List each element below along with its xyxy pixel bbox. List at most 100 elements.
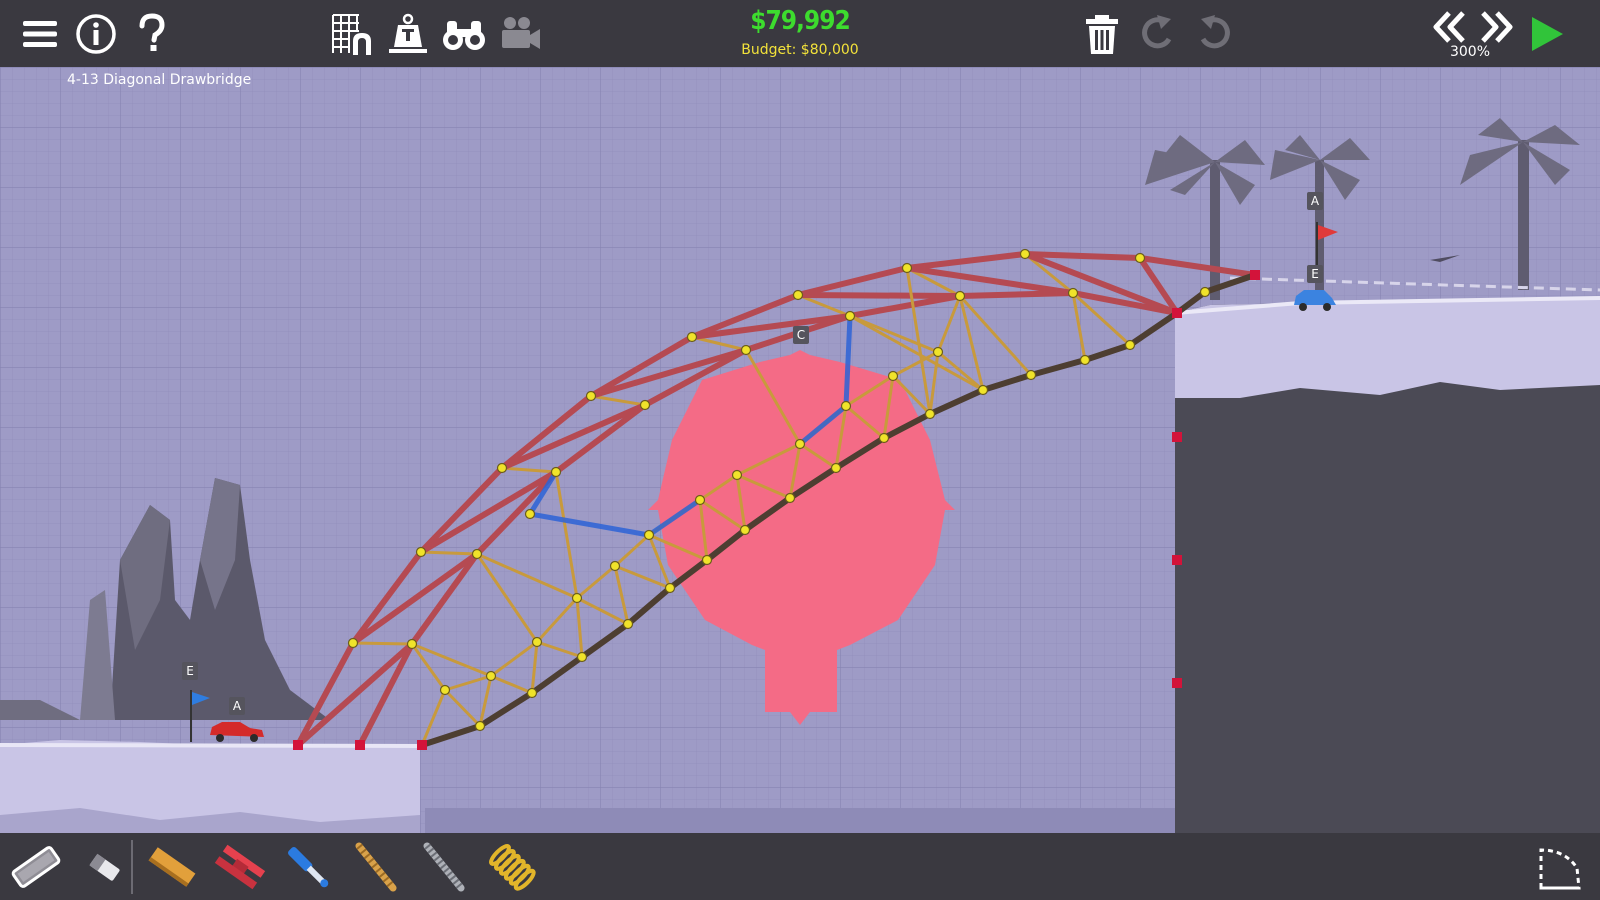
rope-material-icon [355,842,397,892]
toolbar-divider [131,840,133,894]
road-tool[interactable] [6,838,66,896]
grid-magnet-icon [332,14,371,55]
hamburger-icon [23,21,57,47]
wood-beam[interactable] [351,641,414,646]
bridge-joint[interactable] [609,560,621,572]
marker-left-car: A [229,697,245,715]
info-icon [76,14,116,54]
info-button[interactable] [70,8,122,60]
question-icon [139,13,165,51]
anchor-point[interactable] [1172,432,1182,442]
bridge-joint[interactable] [664,582,676,594]
weight-button[interactable] [382,8,434,60]
rope-tool[interactable] [346,838,406,896]
undo-icon [1200,15,1230,49]
anchor-point[interactable] [417,740,427,750]
trash-icon [1086,15,1118,54]
bridge-joint[interactable] [474,720,486,732]
camera-button[interactable] [494,8,546,60]
bridge-joint[interactable] [739,524,751,536]
menu-button[interactable] [14,8,66,60]
anchor-point[interactable] [1172,308,1182,318]
delete-button[interactable] [1076,8,1128,60]
bridge-joint[interactable] [406,638,418,650]
anchor-point[interactable] [1250,270,1260,280]
bridge-joint[interactable] [794,438,806,450]
bridge-joint[interactable] [571,592,583,604]
bridge-joint[interactable] [1124,339,1136,351]
hydraulic-piston-icon [288,847,329,888]
steel-beam[interactable] [795,292,963,299]
marker-left-flag: E [182,662,198,680]
bridge-joint[interactable] [731,469,743,481]
bridge-joint[interactable] [924,408,936,420]
bridge-joint[interactable] [901,262,913,274]
marker-right-flag: A [1307,192,1323,210]
anchor-point[interactable] [293,740,303,750]
bridge-joint[interactable] [485,670,497,682]
steel-tool[interactable] [210,838,270,896]
bridge-joint[interactable] [977,384,989,396]
bridge-joint[interactable] [784,492,796,504]
bridge-joint[interactable] [840,400,852,412]
bridge-joint[interactable] [471,548,483,560]
bridge-joint[interactable] [550,466,562,478]
bridge-joint[interactable] [701,554,713,566]
bridge-joint[interactable] [531,636,543,648]
bridge-joint[interactable] [1199,286,1211,298]
grid-snap-button[interactable] [326,8,378,60]
bridge-joint[interactable] [1067,287,1079,299]
bridge-joint[interactable] [576,651,588,663]
bridge-joint[interactable] [878,432,890,444]
cable-material-icon [423,842,465,892]
bridge-joint[interactable] [415,546,427,558]
bridge-joint[interactable] [1025,369,1037,381]
steel-material-icon [214,844,266,890]
wood-beam[interactable] [419,550,479,556]
bridge-joint[interactable] [830,462,842,474]
split-joint-button[interactable] [1530,838,1590,896]
anchor-point[interactable] [1172,678,1182,688]
bridge-joint[interactable] [1019,248,1031,260]
bridge-joint[interactable] [496,462,508,474]
spring-tool[interactable] [482,838,542,896]
undo-button[interactable] [1188,8,1240,60]
anchor-point[interactable] [355,740,365,750]
movie-camera-icon [502,17,540,49]
bridge-joint[interactable] [844,310,856,322]
bridge-joint[interactable] [887,370,899,382]
bridge-joint[interactable] [639,399,651,411]
help-button[interactable] [126,8,178,60]
anchor-point[interactable] [1172,555,1182,565]
bridge-joint[interactable] [694,494,706,506]
cable-tool[interactable] [414,838,474,896]
bridge-joint[interactable] [792,289,804,301]
bridge-joint[interactable] [347,637,359,649]
bridge-joint[interactable] [585,390,597,402]
bridge-joint[interactable] [524,508,536,520]
marker-right-car: E [1307,265,1323,283]
bridge-joint[interactable] [526,687,538,699]
play-button[interactable] [1520,8,1572,60]
bridge-joint[interactable] [643,529,655,541]
spring-material-icon [489,844,536,891]
bridge-joint[interactable] [439,684,451,696]
stress-view-button[interactable] [438,8,490,60]
bridge-joint[interactable] [740,344,752,356]
wood-tool[interactable] [142,838,202,896]
bridge-joint[interactable] [1079,354,1091,366]
bridge-joint[interactable] [1134,252,1146,264]
bridge-cost: $79,992 [750,6,851,36]
bridge-joint[interactable] [686,331,698,343]
steel-beam[interactable] [1022,251,1143,261]
split-joint-icon [1539,848,1581,890]
bridge-joint[interactable] [954,290,966,302]
simulation-speed: 300% [1449,44,1491,60]
eraser-tool[interactable] [74,838,134,896]
play-icon [1532,17,1563,51]
build-area[interactable] [0,67,1600,833]
hydraulics-tool[interactable] [278,838,338,896]
bridge-joint[interactable] [932,346,944,358]
bridge-joint[interactable] [622,618,634,630]
redo-button[interactable] [1132,8,1184,60]
